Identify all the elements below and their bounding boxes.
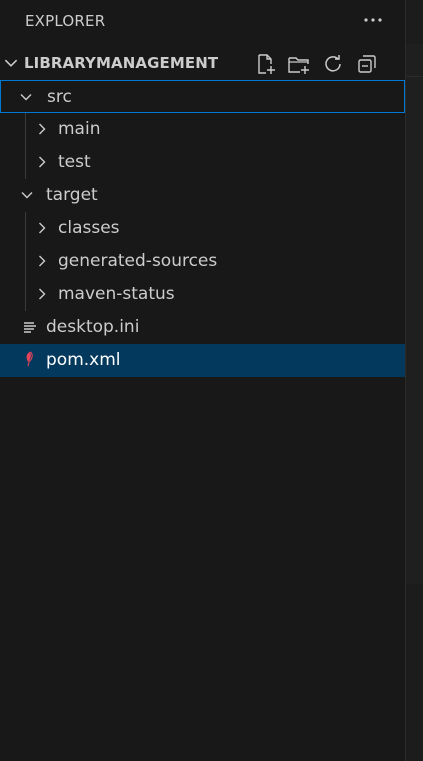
- tree-item-target[interactable]: target: [0, 179, 405, 212]
- tree-item-label: target: [46, 185, 98, 205]
- new-file-icon[interactable]: [250, 51, 280, 77]
- tree-item-label: main: [58, 119, 101, 139]
- explorer-titlebar: EXPLORER: [0, 0, 405, 42]
- workspace-name: LIBRARYMANAGEMENT: [24, 54, 219, 72]
- tree-item-label: test: [58, 152, 91, 172]
- tree-item-classes[interactable]: classes: [0, 212, 405, 245]
- tree-item-pom-xml[interactable]: pom.xml: [0, 344, 405, 377]
- explorer-title: EXPLORER: [25, 12, 106, 30]
- tree-item-test[interactable]: test: [0, 146, 405, 179]
- collapse-all-icon[interactable]: [352, 51, 382, 77]
- tree-item-generated-sources[interactable]: generated-sources: [0, 245, 405, 278]
- workspace-section-header[interactable]: LIBRARYMANAGEMENT: [0, 46, 405, 80]
- divider: [406, 76, 423, 77]
- chevron-down-icon: [20, 94, 32, 101]
- tree-item-label: classes: [58, 218, 120, 238]
- ellipsis-icon[interactable]: [360, 8, 386, 32]
- chevron-down-icon: [21, 192, 33, 199]
- chevron-right-icon: [39, 255, 46, 267]
- tree-item-label: pom.xml: [46, 350, 121, 370]
- tree-item-label: desktop.ini: [46, 317, 140, 337]
- settings-file-icon: [24, 322, 36, 333]
- chevron-right-icon: [39, 156, 46, 168]
- chevron-right-icon: [39, 222, 46, 234]
- editor-area: [406, 44, 423, 584]
- chevron-right-icon: [39, 288, 46, 300]
- tree-item-src[interactable]: src: [0, 80, 405, 113]
- tree-item-label: src: [47, 87, 72, 107]
- tree-item-label: generated-sources: [58, 251, 218, 271]
- tree-item-maven-status[interactable]: maven-status: [0, 278, 405, 311]
- editor-edge: [405, 0, 423, 761]
- chevron-right-icon: [39, 123, 46, 135]
- new-folder-icon[interactable]: [284, 51, 314, 77]
- explorer-panel: EXPLORER LIBRARYMANAGEMENT src main test…: [0, 0, 405, 761]
- chevron-down-icon: [4, 59, 18, 67]
- maven-feather-icon: [26, 351, 33, 367]
- tree-item-label: maven-status: [58, 284, 175, 304]
- refresh-icon[interactable]: [318, 51, 348, 77]
- section-actions: [250, 51, 382, 77]
- tree-item-main[interactable]: main: [0, 113, 405, 146]
- tree-item-desktop-ini[interactable]: desktop.ini: [0, 311, 405, 344]
